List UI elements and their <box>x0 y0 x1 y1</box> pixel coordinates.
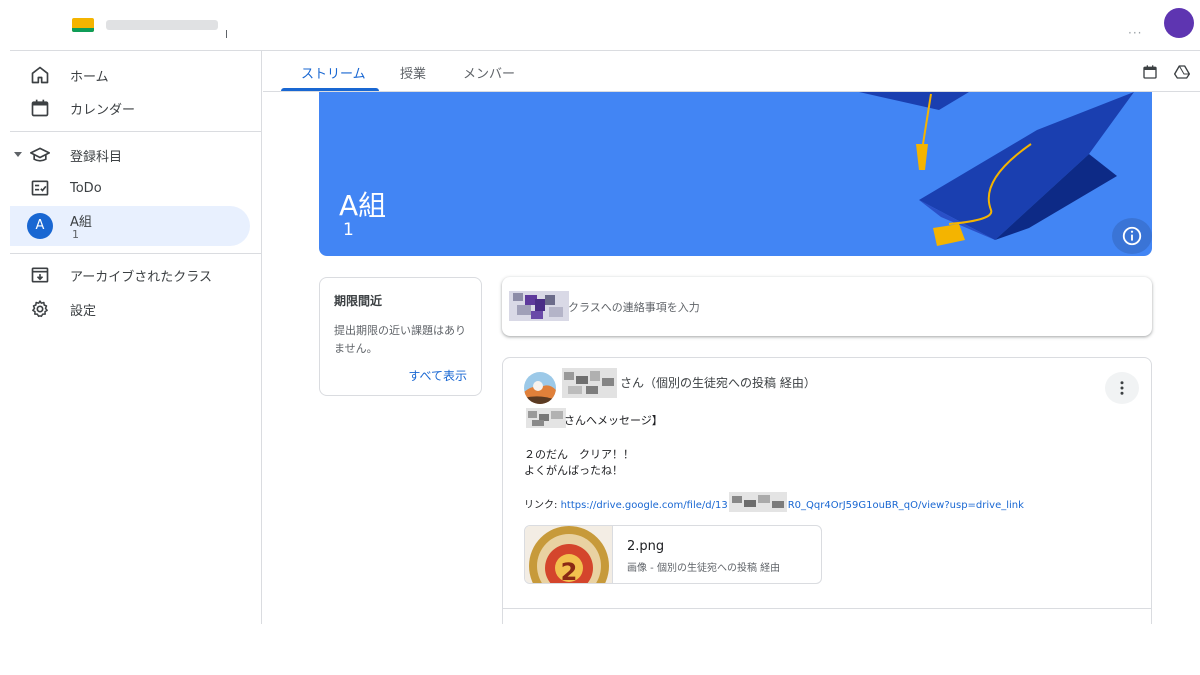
post-divider <box>503 608 1151 609</box>
blurred-author-name <box>562 368 617 398</box>
classroom-logo-icon[interactable] <box>72 18 94 32</box>
blurred-student-name <box>526 408 566 428</box>
sidebar-item-label: 登録科目 <box>70 149 123 165</box>
drive-link-start[interactable]: https://drive.google.com/file/d/13 <box>561 500 728 511</box>
breadcrumb-divider <box>226 30 227 38</box>
author-avatar-image <box>524 372 556 404</box>
archive-icon <box>31 267 49 283</box>
sidebar-item-label: カレンダー <box>70 102 136 118</box>
info-icon <box>1122 226 1142 246</box>
top-bar: ··· <box>10 0 1200 51</box>
class-tab-bar: ストリーム 授業 メンバー <box>263 52 1200 92</box>
medal-thumbnail-image: 2 <box>525 526 612 584</box>
sidebar-item-label: ホーム <box>70 69 109 85</box>
link-label: リンク: <box>524 500 561 511</box>
post-text-line: ２のだん クリア！！ <box>524 448 634 461</box>
home-icon <box>31 66 49 84</box>
sidebar-item-label: ToDo <box>70 180 102 196</box>
class-info-button[interactable] <box>1112 218 1152 254</box>
upcoming-title: 期限間近 <box>334 294 383 308</box>
more-vert-icon <box>1120 381 1124 395</box>
class-banner: A組 1 <box>319 92 1152 256</box>
blurred-avatar <box>509 291 569 321</box>
account-avatar[interactable] <box>1164 8 1194 38</box>
app-title-cropped <box>106 20 218 30</box>
caret-down-icon[interactable] <box>14 152 22 157</box>
author-avatar <box>524 372 556 404</box>
stream-post: さん（個別の生徒宛への投稿 経由） さんへメッセージ】 ２のだん クリア！！ よ… <box>502 357 1152 647</box>
page-bottom-whitespace <box>0 624 1200 675</box>
announcement-placeholder: クラスへの連絡事項を入力 <box>568 301 700 314</box>
sidebar-item-calendar[interactable]: カレンダー <box>10 88 250 128</box>
post-author-text: さん（個別の生徒宛への投稿 経由） <box>620 376 816 390</box>
calendar-icon <box>31 99 49 117</box>
post-text-line: よくがんばったね！ <box>524 464 623 477</box>
gear-icon <box>32 300 48 318</box>
sidebar-divider <box>10 131 261 132</box>
announcement-input[interactable]: クラスへの連絡事項を入力 <box>502 277 1152 336</box>
drive-link-end[interactable]: R0_Qqr4OrJ59G1ouBR_qO/view?usp=drive_lin… <box>788 500 1024 511</box>
graduation-cap-illustration <box>859 92 1134 246</box>
tab-people[interactable]: メンバー <box>463 63 515 82</box>
calendar-icon[interactable] <box>1142 64 1158 80</box>
sidebar-item-settings[interactable]: 設定 <box>10 289 250 329</box>
tab-classwork[interactable]: 授業 <box>400 63 426 82</box>
school-icon <box>30 147 50 162</box>
blurred-link-segment <box>728 492 787 512</box>
tab-stream[interactable]: ストリーム <box>301 63 366 82</box>
post-link-row: リンク: https://drive.google.com/file/d/13 R… <box>524 492 1024 512</box>
class-section: 1 <box>343 220 354 240</box>
active-tab-indicator <box>281 88 379 91</box>
sidebar-item-class-a[interactable]: A A組 1 <box>10 206 250 246</box>
classroom-app: ··· ホーム カレンダー 登録科目 ToDo A A組 1 アーカイブされたク… <box>0 0 1200 675</box>
medal-digit: 2 <box>561 558 578 584</box>
apps-menu-icon[interactable]: ··· <box>1128 26 1142 40</box>
attachment-name: 2.png <box>627 539 665 554</box>
sidebar: ホーム カレンダー 登録科目 ToDo A A組 1 アーカイブされたクラス 設… <box>10 51 262 624</box>
sidebar-divider <box>10 253 261 254</box>
upcoming-card: 期限間近 提出期限の近い課題はありません。 すべて表示 <box>319 277 482 396</box>
post-more-button[interactable] <box>1105 372 1139 404</box>
attachment-card[interactable]: 2 2.png 画像 - 個別の生徒宛への投稿 経由 <box>524 525 822 584</box>
todo-checklist-icon <box>31 180 49 196</box>
sidebar-item-todo[interactable]: ToDo <box>10 168 250 208</box>
view-all-link[interactable]: すべて表示 <box>408 367 467 384</box>
upcoming-empty-text: 提出期限の近い課題はありません。 <box>334 324 466 355</box>
sidebar-item-label: 設定 <box>70 303 97 319</box>
class-avatar: A <box>27 213 53 239</box>
sidebar-item-label: アーカイブされたクラス <box>70 269 212 285</box>
drive-folder-icon[interactable] <box>1174 64 1190 80</box>
attachment-thumbnail: 2 <box>525 526 613 584</box>
sidebar-item-sublabel: 1 <box>72 228 79 241</box>
post-text-line: さんへメッセージ】 <box>564 414 663 427</box>
attachment-meta: 画像 - 個別の生徒宛への投稿 経由 <box>627 563 781 574</box>
class-title: A組 <box>339 189 387 222</box>
